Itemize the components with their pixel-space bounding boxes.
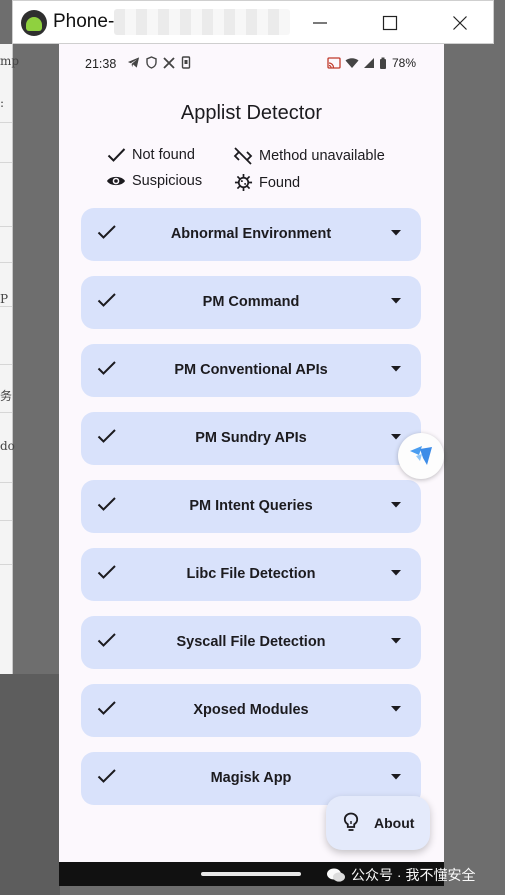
window-title: Phone- (53, 11, 115, 32)
legend-label: Found (259, 174, 301, 191)
detection-label: Libc File Detection (186, 566, 316, 582)
dropdown-arrow-icon[interactable] (391, 774, 401, 780)
assistant-icon (410, 446, 432, 465)
dropdown-arrow-icon[interactable] (391, 502, 401, 508)
battery-icon (379, 57, 386, 69)
legend-suspicious: Suspicious (106, 173, 202, 189)
wifi-icon (345, 58, 359, 68)
detection-card-libc-file-detection[interactable]: Libc File Detection (81, 548, 421, 601)
dropdown-arrow-icon[interactable] (391, 366, 401, 372)
dropdown-arrow-icon[interactable] (391, 706, 401, 712)
android-logo-icon (21, 10, 47, 36)
minimize-button[interactable] (297, 1, 343, 45)
virus-icon (234, 173, 253, 192)
status-bar: 21:38 78% (59, 44, 444, 84)
signal-icon (363, 58, 374, 68)
background-text: mp (0, 54, 20, 68)
detection-card-pm-intent-queries[interactable]: PM Intent Queries (81, 480, 421, 533)
maximize-icon (382, 15, 398, 31)
battery-percent: 78% (391, 56, 416, 70)
detection-label: PM Conventional APIs (174, 362, 328, 378)
status-time: 21:38 (85, 57, 117, 71)
detection-card-syscall-file-detection[interactable]: Syscall File Detection (81, 616, 421, 669)
background-text: do (0, 439, 15, 453)
detection-card-xposed-modules[interactable]: Xposed Modules (81, 684, 421, 737)
detection-card-pm-sundry-apis[interactable]: PM Sundry APIs (81, 412, 421, 465)
window-titlebar[interactable]: Phone- (12, 0, 494, 44)
detection-card-abnormal-environment[interactable]: Abnormal Environment (81, 208, 421, 261)
dropdown-arrow-icon[interactable] (391, 298, 401, 304)
redacted-title-blur (114, 9, 290, 35)
status-legend: Not found Method unavailable Suspicious … (59, 144, 444, 200)
dropdown-arrow-icon[interactable] (391, 434, 401, 440)
floating-assistant-button[interactable] (398, 433, 444, 479)
background-text: P (0, 292, 9, 306)
background-window: mp : P 务 do (0, 44, 19, 674)
phone-screen: 21:38 78% Applist Detector Not found Met… (59, 44, 444, 862)
minimize-icon (313, 22, 327, 24)
eye-icon (107, 176, 125, 186)
detection-label: Abnormal Environment (170, 226, 332, 242)
maximize-button[interactable] (367, 1, 413, 45)
dropdown-arrow-icon[interactable] (391, 230, 401, 236)
background-text: : (0, 96, 5, 110)
code-off-icon (233, 147, 253, 165)
detection-label: Xposed Modules (193, 702, 309, 718)
about-button[interactable]: About (326, 796, 430, 850)
dropdown-arrow-icon[interactable] (391, 570, 401, 576)
detection-card-pm-command[interactable]: PM Command (81, 276, 421, 329)
close-button[interactable] (437, 1, 483, 45)
desktop-background (0, 674, 60, 895)
legend-found: Found (234, 173, 300, 192)
legend-label: Suspicious (132, 173, 203, 189)
lightbulb-icon (343, 812, 359, 831)
watermark: 公众号 · 我不懂安全 (326, 864, 475, 886)
phone-vibrate-icon (181, 56, 191, 69)
watermark-text: 公众号 · 我不懂安全 (351, 867, 476, 883)
x-twitter-icon (163, 56, 175, 69)
legend-label: Not found (132, 147, 195, 163)
cast-icon (327, 57, 341, 69)
shield-icon (146, 56, 157, 69)
detection-card-pm-conventional-apis[interactable]: PM Conventional APIs (81, 344, 421, 397)
legend-not-found: Not found (107, 147, 195, 163)
check-icon (107, 148, 126, 162)
background-text: 务 (0, 389, 13, 403)
detection-label: Syscall File Detection (176, 634, 326, 650)
telegram-icon (127, 57, 140, 68)
close-icon (453, 16, 467, 30)
dropdown-arrow-icon[interactable] (391, 638, 401, 644)
detection-label: PM Intent Queries (189, 498, 313, 514)
detection-label: PM Sundry APIs (195, 430, 307, 446)
legend-method-unavailable: Method unavailable (233, 147, 385, 165)
about-label: About (374, 815, 415, 831)
detection-label: PM Command (202, 294, 300, 310)
wechat-icon (327, 868, 345, 882)
legend-label: Method unavailable (259, 148, 385, 164)
home-gesture-handle[interactable] (201, 872, 301, 876)
page-title: Applist Detector (180, 102, 323, 124)
